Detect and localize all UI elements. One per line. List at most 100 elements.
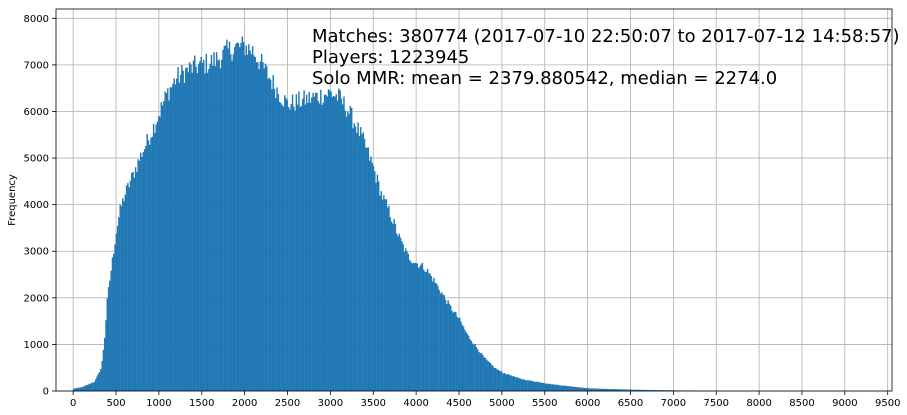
histogram-bar: [143, 149, 146, 391]
histogram-bar: [192, 60, 195, 391]
histogram-bar: [401, 241, 403, 391]
histogram-bar: [200, 56, 202, 391]
histogram-bar: [440, 292, 443, 391]
x-tick-label: 2500: [275, 398, 300, 409]
histogram-bar: [235, 43, 237, 392]
histogram-bar: [100, 369, 102, 391]
histogram-bar: [349, 105, 352, 391]
histogram-bar: [165, 93, 168, 391]
histogram-bar: [473, 344, 475, 391]
histogram-bar: [496, 369, 498, 391]
histogram-bar: [290, 104, 292, 391]
histogram-bar: [302, 98, 304, 391]
histogram-bar: [389, 217, 391, 391]
x-tick-label: 4000: [403, 398, 428, 409]
histogram-bar: [343, 96, 345, 391]
histogram-bar: [168, 100, 170, 392]
histogram-bar: [439, 293, 442, 391]
histogram-bar: [574, 386, 577, 391]
histogram-bar: [75, 388, 78, 391]
histogram-bar: [217, 60, 219, 392]
histogram-bar: [176, 78, 178, 391]
histogram-bar: [570, 386, 573, 391]
histogram-bar: [453, 311, 456, 391]
histogram-bar: [244, 55, 246, 391]
histogram-bar: [501, 372, 503, 391]
histogram-bar: [224, 45, 227, 391]
histogram-bar: [559, 385, 561, 391]
histogram-bar: [196, 73, 199, 391]
histogram-bar: [323, 94, 326, 392]
x-tick-label: 5000: [489, 398, 514, 409]
histogram-bar: [576, 387, 578, 391]
histogram-bar: [114, 244, 116, 391]
histogram-bar: [163, 100, 165, 391]
histogram-bar: [239, 47, 241, 392]
histogram-bar: [482, 355, 484, 391]
histogram-bar: [487, 361, 489, 391]
histogram-bar: [348, 113, 350, 392]
histogram-bar: [91, 382, 93, 391]
histogram-bar: [78, 387, 80, 391]
histogram-bar: [397, 236, 399, 391]
histogram-bar: [264, 63, 267, 392]
histogram-bar: [484, 357, 487, 391]
histogram-bar: [134, 167, 137, 391]
y-tick-label: 7000: [24, 60, 49, 71]
histogram-bar: [125, 185, 128, 391]
annotation-line: Players: 1223945: [312, 47, 469, 68]
histogram-bar: [159, 116, 161, 392]
histogram-bar: [581, 387, 583, 391]
histogram-bar: [465, 332, 467, 391]
histogram-bar: [273, 88, 276, 392]
histogram-bar: [497, 369, 500, 391]
histogram-bar: [79, 387, 82, 391]
histogram-bar: [474, 344, 476, 391]
histogram-bar: [462, 326, 465, 391]
histogram-bar: [404, 248, 407, 391]
histogram-bar: [124, 194, 127, 391]
x-tick-label: 7500: [703, 398, 728, 409]
histogram-bar: [266, 66, 268, 391]
x-tick-label: 3500: [361, 398, 386, 409]
histogram-bar: [420, 264, 422, 391]
histogram-bar: [510, 375, 512, 391]
histogram-bar: [514, 376, 516, 391]
histogram-bar: [368, 160, 371, 391]
histogram-bar: [147, 140, 150, 391]
x-tick-label: 9000: [832, 398, 857, 409]
x-tick-label: 6000: [575, 398, 600, 409]
histogram-bar: [352, 128, 354, 392]
histogram-bar: [191, 72, 193, 392]
histogram-bar: [451, 310, 453, 391]
y-axis-title: Frequency: [7, 174, 18, 226]
histogram-bar: [331, 97, 334, 391]
y-tick-label: 5000: [24, 154, 49, 165]
histogram-bar: [505, 374, 507, 391]
histogram-bar: [408, 260, 411, 391]
histogram-bar: [285, 98, 287, 392]
histogram-bar: [406, 251, 408, 391]
histogram-bar: [449, 305, 452, 391]
histogram-bar: [93, 381, 96, 391]
histogram-bar: [136, 171, 138, 391]
histogram-bar: [287, 107, 290, 392]
histogram-bar: [298, 91, 300, 391]
histogram-bar: [82, 386, 84, 391]
histogram-bar: [403, 251, 406, 391]
histogram-bar: [308, 92, 310, 391]
histogram-bar: [213, 52, 215, 392]
histogram-bar: [411, 263, 413, 391]
histogram-bar: [332, 95, 335, 392]
histogram-bar: [357, 122, 359, 392]
histogram-bar: [320, 89, 322, 392]
x-tick-label: 7000: [661, 398, 686, 409]
histogram-bar: [141, 157, 143, 391]
histogram-bar: [447, 300, 449, 391]
x-tick-label: 0: [70, 398, 76, 409]
histogram-bar: [151, 136, 154, 391]
histogram-bar: [155, 124, 157, 392]
histogram-bar: [399, 237, 402, 391]
histogram-bar: [145, 145, 147, 391]
histogram-bar: [88, 383, 91, 391]
